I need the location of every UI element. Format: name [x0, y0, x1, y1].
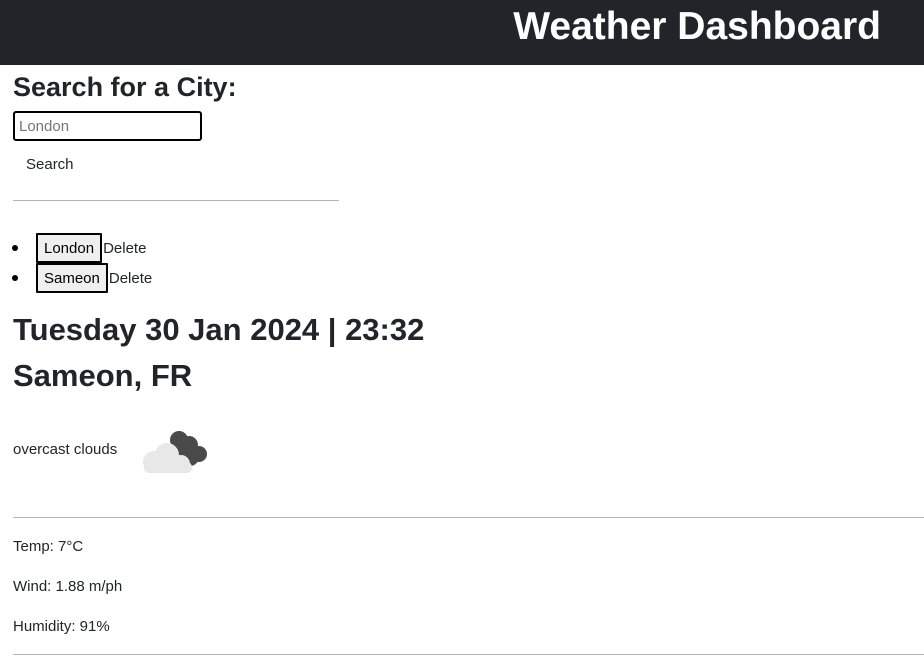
app-title: Weather Dashboard — [513, 5, 881, 48]
current-date-time: Tuesday 30 Jan 2024 | 23:32 — [13, 312, 425, 347]
history-delete-button[interactable]: Delete — [102, 240, 146, 257]
bullet-icon — [12, 245, 18, 251]
humidity-value: Humidity: 91% — [13, 618, 110, 635]
wind-value: Wind: 1.88 m/ph — [13, 578, 123, 595]
search-heading: Search for a City: — [13, 72, 237, 102]
history-item: Sameon Delete — [0, 263, 152, 293]
history-city-button[interactable]: Sameon — [36, 263, 108, 293]
overcast-clouds-icon — [143, 431, 207, 473]
search-divider — [13, 200, 339, 201]
section-divider — [13, 517, 924, 518]
app-header: Weather Dashboard — [0, 0, 924, 65]
bullet-icon — [12, 275, 18, 281]
history-item: London Delete — [0, 233, 152, 263]
search-button[interactable]: Search — [13, 152, 87, 178]
section-divider — [13, 654, 924, 655]
temperature-value: Temp: 7°C — [13, 538, 84, 555]
search-history-list: London Delete Sameon Delete — [0, 233, 152, 293]
current-location: Sameon, FR — [13, 358, 193, 393]
history-delete-button[interactable]: Delete — [108, 270, 152, 287]
city-search-input[interactable] — [13, 111, 202, 141]
history-city-button[interactable]: London — [36, 233, 103, 263]
weather-description: overcast clouds — [13, 441, 118, 458]
